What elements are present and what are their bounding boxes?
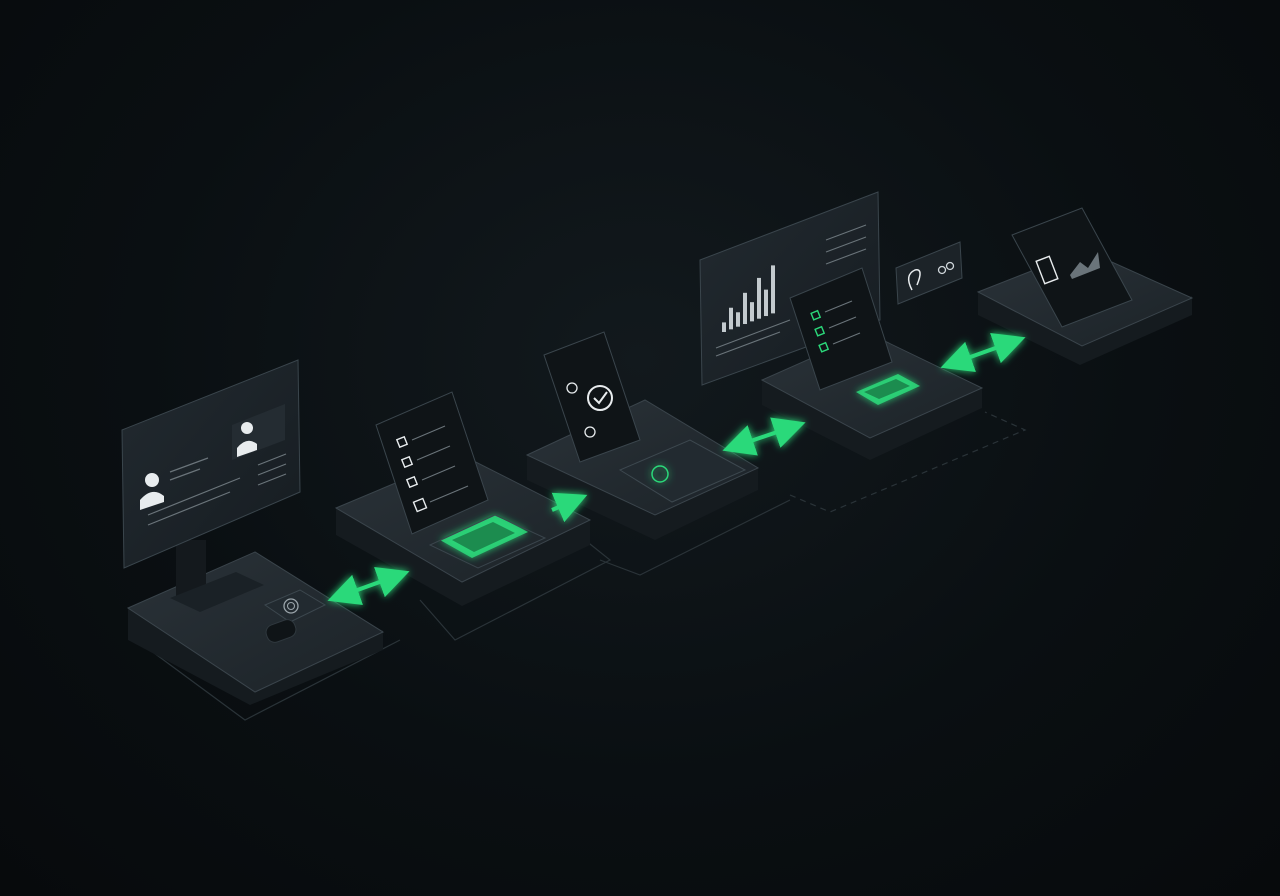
bar	[771, 265, 775, 314]
bar	[743, 292, 747, 325]
base-top	[126, 551, 385, 693]
workflow-diagram	[121, 191, 1194, 721]
station-checklist	[334, 391, 592, 606]
bar	[750, 302, 754, 322]
bar	[722, 322, 726, 332]
enrollment-monitor	[121, 359, 301, 569]
connector-enrollment-checklist	[327, 567, 410, 605]
bar	[757, 277, 761, 319]
connector-approval-report	[940, 333, 1026, 372]
connector-verification-approval	[722, 417, 806, 456]
bar	[736, 312, 740, 327]
bar	[764, 289, 768, 317]
bar	[729, 307, 733, 330]
signature-card	[895, 241, 963, 305]
